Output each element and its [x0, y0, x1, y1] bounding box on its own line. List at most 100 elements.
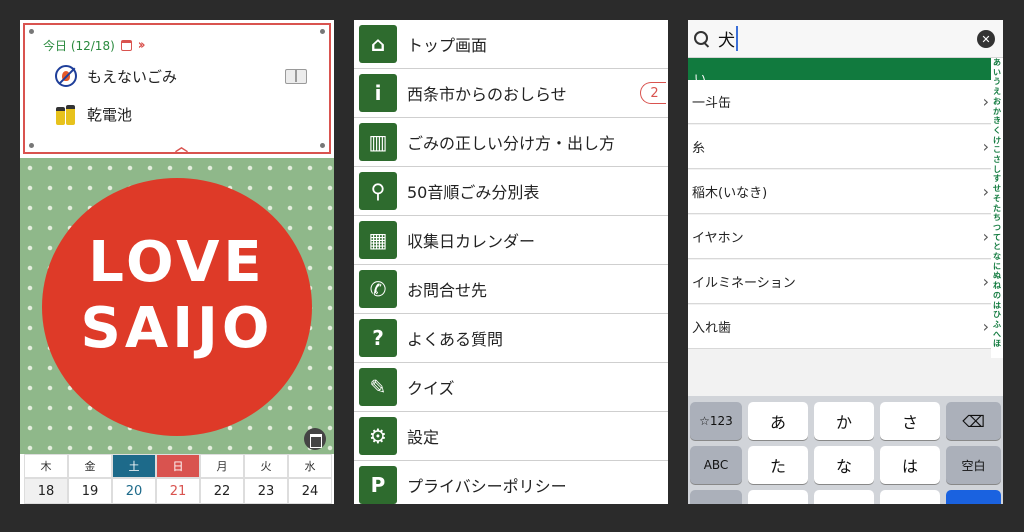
chevron-right-icon: ›	[982, 272, 989, 291]
menu-item-top[interactable]: ⌂ トップ画面	[354, 20, 668, 69]
weekly-calendar: 木 金 土 日 月 火 水 18 19 20 21 22 23 24	[24, 454, 332, 504]
key-ta[interactable]: た	[748, 446, 808, 484]
index-letter[interactable]: せ	[993, 184, 1001, 194]
clear-icon[interactable]: ✕	[977, 30, 995, 48]
index-letter[interactable]: ひ	[993, 310, 1001, 320]
menu-item-label: よくある質問	[407, 330, 504, 349]
index-letter[interactable]: お	[993, 97, 1001, 107]
menu-item-settings[interactable]: ⚙ 設定	[354, 412, 668, 461]
key-partial[interactable]	[748, 490, 808, 504]
today-collection-card[interactable]: 今日 (12/18) ›› もえないごみ 乾電池 ︿	[23, 23, 331, 155]
index-letter[interactable]: く	[993, 126, 1001, 136]
index-letter[interactable]: さ	[993, 155, 1001, 165]
result-item[interactable]: 稲木(いなき) ›	[688, 170, 991, 214]
double-chevron-right-icon[interactable]: ››	[138, 38, 146, 53]
book-icon[interactable]	[285, 69, 307, 84]
pencil-icon: ✎	[359, 368, 397, 406]
index-letter[interactable]: ね	[993, 281, 1001, 291]
index-letter[interactable]: か	[993, 107, 1001, 117]
weekday-header-saturday: 土	[112, 454, 156, 478]
today-label: 今日 (12/18)	[43, 39, 115, 53]
key-partial[interactable]	[814, 490, 874, 504]
index-letter[interactable]: ち	[993, 213, 1001, 223]
key-ka[interactable]: か	[814, 402, 874, 440]
index-letter[interactable]: い	[993, 68, 1001, 78]
today-item-battery: 乾電池	[55, 103, 132, 125]
index-letter[interactable]: ぬ	[993, 271, 1001, 281]
menu-item-sorting-table[interactable]: ⚲ 50音順ごみ分別表	[354, 167, 668, 216]
menu-item-contact[interactable]: ✆ お問合せ先	[354, 265, 668, 314]
chevron-right-icon: ›	[982, 182, 989, 201]
return-key[interactable]	[946, 490, 1001, 504]
result-item[interactable]: 糸 ›	[688, 125, 991, 169]
key-sa[interactable]: さ	[880, 402, 940, 440]
menu-item-calendar[interactable]: ▦ 収集日カレンダー	[354, 216, 668, 265]
calendar-day[interactable]: 24	[288, 478, 332, 504]
calendar-day-saturday[interactable]: 20	[112, 478, 156, 504]
index-letter[interactable]: し	[993, 165, 1001, 175]
p-icon: P	[359, 466, 397, 504]
key-partial[interactable]	[880, 490, 940, 504]
index-letter[interactable]: え	[993, 87, 1001, 97]
menu-item-quiz[interactable]: ✎ クイズ	[354, 363, 668, 412]
key-partial[interactable]	[690, 490, 742, 504]
search-input[interactable]: 犬	[718, 26, 738, 51]
result-item[interactable]: イルミネーション ›	[688, 260, 991, 304]
index-letter[interactable]: す	[993, 174, 1001, 184]
calendar-day[interactable]: 23	[244, 478, 288, 504]
menu-item-label: クイズ	[407, 379, 455, 398]
index-letter[interactable]: そ	[993, 194, 1001, 204]
index-letter[interactable]: け	[993, 136, 1001, 146]
key-numbers[interactable]: ☆123	[690, 402, 742, 440]
result-item[interactable]: イヤホン ›	[688, 215, 991, 259]
result-item[interactable]: 一斗缶 ›	[688, 80, 991, 124]
calendar-button[interactable]	[304, 428, 326, 450]
index-letter[interactable]: き	[993, 116, 1001, 126]
question-icon: ?	[359, 319, 397, 357]
menu-item-sorting-guide[interactable]: ▥ ごみの正しい分け方・出し方	[354, 118, 668, 167]
index-letter[interactable]: に	[993, 262, 1001, 272]
index-letter[interactable]: あ	[993, 58, 1001, 68]
backspace-key[interactable]: ⌫	[946, 402, 1001, 440]
card-corner-dot	[29, 143, 34, 148]
index-letter[interactable]: な	[993, 252, 1001, 262]
kana-index-strip[interactable]: あいうえおかきくけこさしすせそたちつてとなにぬねのはひふへほ	[991, 58, 1003, 358]
result-label: 糸	[692, 141, 706, 156]
key-a[interactable]: あ	[748, 402, 808, 440]
menu-item-faq[interactable]: ? よくある質問	[354, 314, 668, 363]
calendar-day-today[interactable]: 18	[24, 478, 68, 504]
love-saijo-banner: LOVE SAIJO	[20, 158, 334, 454]
logo-line-love: LOVE	[88, 230, 266, 295]
index-letter[interactable]: こ	[993, 145, 1001, 155]
key-abc[interactable]: ABC	[690, 446, 742, 484]
collapse-up-icon[interactable]: ︿	[175, 136, 188, 155]
space-key[interactable]: 空白	[946, 446, 1001, 484]
menu-item-privacy[interactable]: P プライバシーポリシー	[354, 461, 668, 504]
menu-item-notices[interactable]: i 西条市からのおしらせ 2	[354, 69, 668, 118]
menu-item-label: 西条市からのおしらせ	[407, 85, 567, 104]
calendar-day[interactable]: 19	[68, 478, 112, 504]
index-letter[interactable]: ほ	[993, 339, 1001, 349]
index-letter[interactable]: う	[993, 77, 1001, 87]
index-letter[interactable]: へ	[993, 330, 1001, 340]
index-letter[interactable]: て	[993, 233, 1001, 243]
key-na[interactable]: な	[814, 446, 874, 484]
search-bar[interactable]: 犬 ✕	[688, 20, 1003, 58]
result-item[interactable]: 入れ歯 ›	[688, 305, 991, 349]
calendar-day-sunday[interactable]: 21	[156, 478, 200, 504]
kana-keyboard: ☆123 あ か さ ⌫ ABC た な は 空白	[688, 396, 1003, 504]
today-item-label: 乾電池	[87, 105, 133, 124]
chevron-right-icon: ›	[982, 227, 989, 246]
today-item-noncombustible: もえないごみ	[55, 65, 177, 87]
index-letter[interactable]: た	[993, 204, 1001, 214]
card-corner-dot	[320, 29, 325, 34]
calendar-day[interactable]: 22	[200, 478, 244, 504]
index-letter[interactable]: の	[993, 291, 1001, 301]
key-ha[interactable]: は	[880, 446, 940, 484]
main-menu-screen: ⌂ トップ画面 i 西条市からのおしらせ 2 ▥ ごみの正しい分け方・出し方 ⚲…	[354, 20, 668, 504]
menu-item-label: 収集日カレンダー	[407, 232, 536, 251]
index-letter[interactable]: ふ	[993, 320, 1001, 330]
index-letter[interactable]: と	[993, 242, 1001, 252]
index-letter[interactable]: は	[993, 301, 1001, 311]
index-letter[interactable]: つ	[993, 223, 1001, 233]
